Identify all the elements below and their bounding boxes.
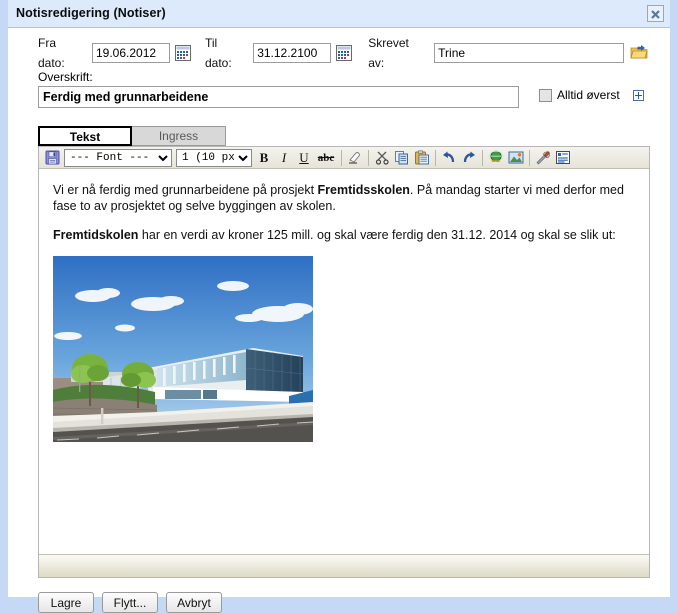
page-title: Notisredigering (Notiser) [16, 6, 166, 20]
notice-editor-window: Notisredigering (Notiser) Fra dato: 19.0… [8, 0, 670, 613]
always-top-checkbox[interactable] [539, 88, 552, 102]
tab-ingress[interactable]: Ingress [132, 126, 226, 146]
from-date-input[interactable] [91, 43, 170, 63]
folder-arrow-icon[interactable] [630, 44, 648, 63]
calendar-icon[interactable] [336, 45, 353, 61]
author-label: Skrevet av: [368, 36, 409, 70]
rich-text-editor: --- Font --- 1 (10 px) B I U abc Vi er n… [38, 146, 650, 578]
document-properties-icon[interactable] [553, 148, 573, 167]
copy-icon[interactable] [392, 148, 412, 167]
toolbar-divider [341, 149, 342, 166]
floppy-save-icon[interactable] [42, 148, 62, 167]
scissors-icon[interactable] [372, 148, 392, 167]
underline-button[interactable]: U [294, 148, 314, 167]
calendar-icon[interactable] [174, 45, 191, 61]
to-date-label: Til dato: [204, 36, 232, 70]
paragraph2-text: har en verdi av kroner 125 mill. og skal… [138, 228, 616, 242]
heading-input[interactable] [38, 86, 519, 108]
close-icon[interactable] [647, 5, 664, 22]
eraser-icon[interactable] [345, 148, 365, 167]
toolbar-divider [482, 149, 483, 166]
window-body: Fra dato: Til dato: [8, 28, 670, 613]
author-input[interactable] [434, 43, 624, 63]
from-date-label: Fra dato: [38, 36, 65, 70]
paste-icon[interactable] [412, 148, 432, 167]
picture-icon[interactable] [506, 148, 526, 167]
school-building-photo[interactable] [53, 256, 313, 442]
paragraph1-text-a: Vi er nå ferdig med grunnarbeidene på pr… [53, 183, 318, 197]
to-date-input[interactable] [253, 43, 332, 63]
content-paragraph-1: Vi er nå ferdig med grunnarbeidene på pr… [53, 182, 635, 214]
tab-tekst[interactable]: Tekst [38, 126, 132, 146]
editor-content-area[interactable]: Vi er nå ferdig med grunnarbeidene på pr… [39, 170, 649, 555]
toolbar-divider [529, 149, 530, 166]
strikethrough-button[interactable]: abc [314, 148, 338, 167]
editor-status-bar [39, 554, 649, 577]
paragraph1-bold: Fremtidsskolen [317, 183, 410, 197]
undo-arrow-icon[interactable] [439, 148, 459, 167]
always-top-label: Alltid øverst [557, 88, 620, 102]
date-row: Fra dato: Til dato: [38, 36, 648, 70]
hammer-wrench-icon[interactable] [533, 148, 553, 167]
font-family-select[interactable]: --- Font --- [64, 148, 172, 167]
editor-toolbar: --- Font --- 1 (10 px) B I U abc [39, 147, 649, 169]
italic-button[interactable]: I [274, 148, 294, 167]
content-paragraph-2: Fremtidskolen har en verdi av kroner 125… [53, 227, 635, 243]
globe-link-icon[interactable] [486, 148, 506, 167]
paragraph2-bold: Fremtidskolen [53, 228, 139, 242]
heading-label: Overskrift: [38, 70, 93, 84]
toolbar-divider [435, 149, 436, 166]
window-titlebar: Notisredigering (Notiser) [8, 0, 670, 28]
bold-button[interactable]: B [254, 148, 274, 167]
toolbar-divider [368, 149, 369, 166]
font-size-select[interactable]: 1 (10 px) [176, 148, 252, 167]
editor-tabs: Tekst Ingress [38, 126, 226, 146]
redo-arrow-icon[interactable] [459, 148, 479, 167]
expand-plus-icon[interactable] [632, 89, 644, 101]
always-top-group: Alltid øverst [539, 88, 644, 102]
